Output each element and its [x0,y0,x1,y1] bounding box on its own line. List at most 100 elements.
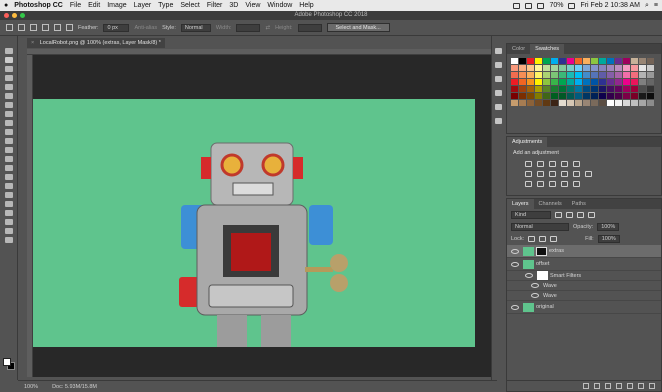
invert-icon[interactable] [525,181,532,187]
tab-adjustments[interactable]: Adjustments [507,137,548,147]
color-swatch[interactable] [607,93,614,99]
color-swatch[interactable] [575,58,582,64]
layer-row-original[interactable]: original [507,301,661,314]
color-swatch[interactable] [623,65,630,71]
color-swatch[interactable] [551,58,558,64]
lock-position-icon[interactable] [539,236,547,242]
color-swatch[interactable] [575,100,582,106]
wifi-icon[interactable] [525,2,533,9]
color-swatch[interactable] [567,93,574,99]
history-panel-icon[interactable] [495,48,502,54]
color-swatch[interactable] [535,79,542,85]
new-adjustment-layer-icon[interactable] [616,383,622,389]
visibility-eye-icon[interactable] [511,304,519,310]
color-swatch[interactable] [559,72,566,78]
color-swatch[interactable] [519,93,526,99]
path-selection-tool-icon[interactable] [4,201,13,207]
move-tool-icon[interactable] [4,48,13,54]
home-icon[interactable] [6,24,13,31]
filter-row-wave-2[interactable]: Wave [507,291,661,301]
color-swatch[interactable] [575,72,582,78]
tab-color[interactable]: Color [507,44,530,54]
foreground-color-swatch[interactable] [3,358,11,366]
color-swatch[interactable] [527,86,534,92]
color-swatch[interactable] [551,86,558,92]
color-swatch[interactable] [551,72,558,78]
close-document-icon[interactable]: × [31,40,34,46]
paragraph-panel-icon[interactable] [495,76,502,82]
menu-type[interactable]: Type [158,2,173,9]
clone-stamp-tool-icon[interactable] [4,129,13,135]
subtract-selection-icon[interactable] [54,24,61,31]
color-swatch[interactable] [559,58,566,64]
color-swatch[interactable] [519,86,526,92]
search-icon[interactable]: ⌕ [645,2,649,10]
color-swatch[interactable] [551,93,558,99]
libraries-panel-icon[interactable] [495,118,502,124]
color-swatch[interactable] [567,72,574,78]
menu-image[interactable]: Image [107,2,126,9]
color-swatch[interactable] [559,100,566,106]
color-swatch[interactable] [583,58,590,64]
curves-icon[interactable] [549,161,556,167]
color-swatch[interactable] [583,93,590,99]
menu-help[interactable]: Help [299,2,313,9]
color-swatch[interactable] [519,79,526,85]
tab-paths[interactable]: Paths [567,199,591,209]
color-swatch[interactable] [615,72,622,78]
zoom-level[interactable]: 100% [24,384,38,390]
quick-select-tool-icon[interactable] [4,75,13,81]
brush-tool-icon[interactable] [4,120,13,126]
color-swatch[interactable] [591,86,598,92]
menu-edit[interactable]: Edit [88,2,100,9]
color-swatch[interactable] [631,65,638,71]
color-swatch[interactable] [543,65,550,71]
intersect-selection-icon[interactable] [66,24,73,31]
color-swatch[interactable] [567,79,574,85]
properties-panel-icon[interactable] [495,104,502,110]
color-swatch[interactable] [583,65,590,71]
hand-tool-icon[interactable] [4,219,13,225]
color-swatch[interactable] [615,100,622,106]
color-swatch[interactable] [543,100,550,106]
color-swatch[interactable] [535,93,542,99]
color-swatch[interactable] [591,72,598,78]
smart-filter-mask-thumbnail[interactable] [537,271,548,280]
filter-type-icon[interactable] [577,212,584,218]
visibility-eye-icon[interactable] [511,248,519,254]
feather-input[interactable]: 0 px [103,23,130,32]
color-swatch[interactable] [511,86,518,92]
color-swatch[interactable] [591,58,598,64]
color-swatch[interactable] [623,58,630,64]
maximize-window-button[interactable] [20,13,25,18]
minimize-window-button[interactable] [12,13,17,18]
color-swatch[interactable] [559,79,566,85]
layer-row-offset[interactable]: offset [507,258,661,271]
color-swatch[interactable] [551,79,558,85]
color-swatch[interactable] [631,58,638,64]
blur-tool-icon[interactable] [4,165,13,171]
color-swatch[interactable] [527,100,534,106]
document-info[interactable]: Doc: 5.93M/15.8M [52,384,97,390]
menu-layer[interactable]: Layer [134,2,152,9]
lasso-tool-icon[interactable] [4,66,13,72]
color-swatch[interactable] [631,72,638,78]
frame-tool-icon[interactable] [4,93,13,99]
app-name-menu[interactable]: Photoshop CC [14,2,63,9]
color-swatch[interactable] [647,79,654,85]
fill-input[interactable]: 100% [597,235,620,243]
color-swatch[interactable] [551,100,558,106]
filter-shape-icon[interactable] [588,212,595,218]
menu-file[interactable]: File [70,2,81,9]
color-swatch[interactable] [519,72,526,78]
layer-mask-thumbnail[interactable] [536,246,547,256]
color-swatch[interactable] [623,72,630,78]
color-swatch[interactable] [535,100,542,106]
color-swatch[interactable] [511,93,518,99]
color-swatch[interactable] [567,65,574,71]
color-swatch[interactable] [543,93,550,99]
brushes-panel-icon[interactable] [495,90,502,96]
marquee-tool-icon[interactable] [4,57,13,63]
menu-select[interactable]: Select [180,2,199,9]
visibility-eye-icon[interactable] [531,283,539,288]
